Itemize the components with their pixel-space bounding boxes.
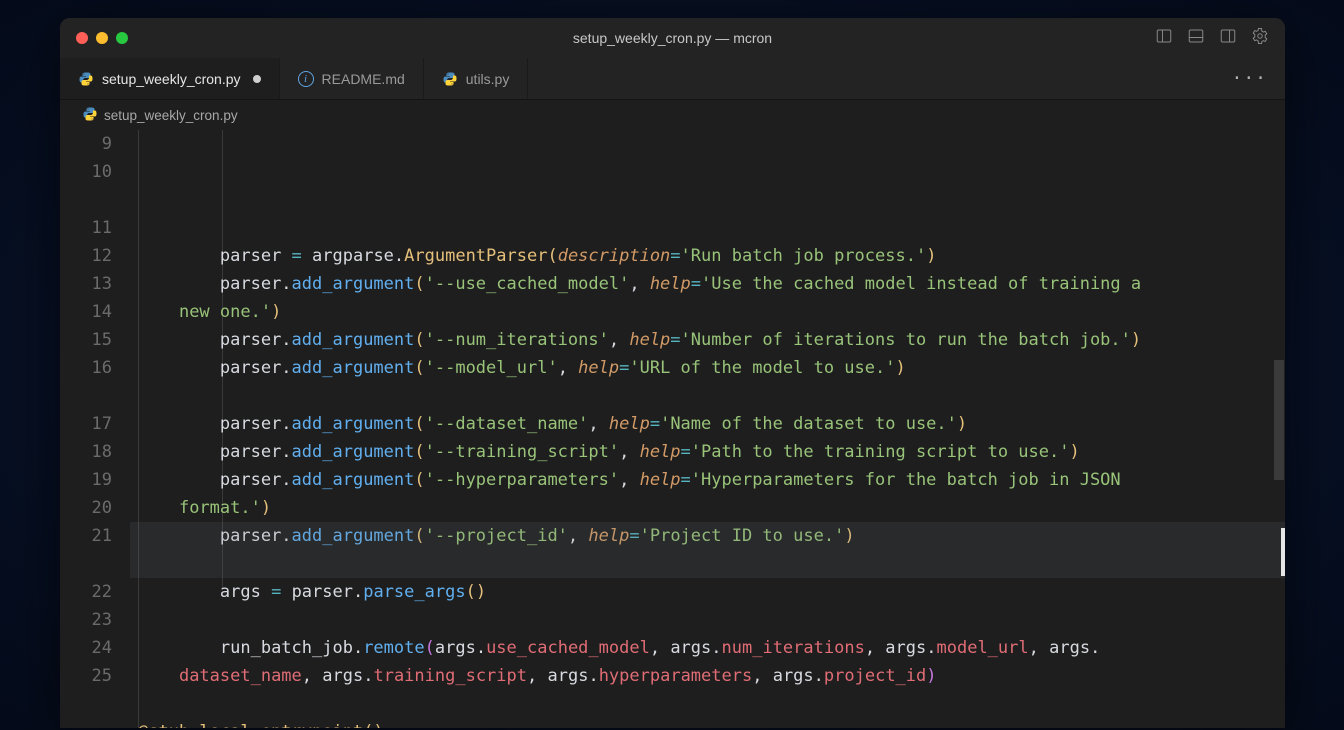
settings-gear-icon[interactable] — [1251, 27, 1269, 49]
line-number — [60, 382, 112, 410]
editor-window: setup_weekly_cron.py — mcron setup_weekl… — [60, 18, 1285, 728]
code-line[interactable]: parser = argparse.ArgumentParser(descrip… — [130, 242, 1285, 270]
python-file-icon — [82, 106, 98, 125]
tab-overflow-button[interactable]: ··· — [1213, 58, 1285, 99]
tab-readme-md[interactable]: i README.md — [280, 58, 424, 99]
line-number: 15 — [60, 326, 112, 354]
split-left-icon[interactable] — [1155, 27, 1173, 49]
code-line[interactable]: parser.add_argument('--num_iterations', … — [130, 326, 1285, 354]
code-line[interactable]: dataset_name, args.training_script, args… — [130, 662, 1285, 690]
code-line[interactable] — [130, 606, 1285, 634]
window-controls — [60, 32, 128, 44]
line-number: 25 — [60, 662, 112, 690]
titlebar: setup_weekly_cron.py — mcron — [60, 18, 1285, 58]
info-file-icon: i — [298, 71, 314, 87]
line-number: 19 — [60, 466, 112, 494]
line-number: 22 — [60, 578, 112, 606]
line-number — [60, 186, 112, 214]
code-line[interactable] — [130, 690, 1285, 718]
line-number: 21 — [60, 522, 112, 550]
python-file-icon — [78, 71, 94, 87]
tab-bar: setup_weekly_cron.py i README.md utils.py ·… — [60, 58, 1285, 100]
code-line[interactable]: parser.add_argument('--use_cached_model'… — [130, 270, 1285, 298]
minimap-cursor — [1281, 528, 1285, 576]
code-line[interactable]: parser.add_argument('--training_script',… — [130, 438, 1285, 466]
close-window-button[interactable] — [76, 32, 88, 44]
current-line-highlight — [130, 550, 1285, 578]
line-number: 10 — [60, 158, 112, 186]
code-editor[interactable]: 910 111213141516 1718192021 22232425 parser… — [60, 130, 1285, 728]
line-number: 24 — [60, 634, 112, 662]
line-number: 20 — [60, 494, 112, 522]
code-line[interactable]: run_batch_job.remote(args.use_cached_mod… — [130, 634, 1285, 662]
code-line[interactable]: args = parser.parse_args() — [130, 578, 1285, 606]
tab-utils-py[interactable]: utils.py — [424, 58, 529, 99]
line-number-gutter: 910 111213141516 1718192021 22232425 — [60, 130, 130, 728]
code-line[interactable]: parser.add_argument('--model_url', help=… — [130, 354, 1285, 382]
breadcrumb[interactable]: setup_weekly_cron.py — [60, 100, 1285, 130]
line-number: 11 — [60, 214, 112, 242]
line-number — [60, 550, 112, 578]
line-number: 17 — [60, 410, 112, 438]
code-line[interactable]: format.') — [130, 494, 1285, 522]
line-number: 16 — [60, 354, 112, 382]
code-line[interactable]: @stub.local_entrypoint() — [130, 718, 1285, 728]
minimize-window-button[interactable] — [96, 32, 108, 44]
line-number: 13 — [60, 270, 112, 298]
scrollbar-thumb[interactable] — [1274, 360, 1284, 480]
tab-label: README.md — [322, 71, 405, 87]
zoom-window-button[interactable] — [116, 32, 128, 44]
title-actions — [1155, 27, 1285, 49]
window-title: setup_weekly_cron.py — mcron — [60, 30, 1285, 46]
line-number: 23 — [60, 606, 112, 634]
tab-label: utils.py — [466, 71, 510, 87]
line-number: 12 — [60, 242, 112, 270]
line-number: 14 — [60, 298, 112, 326]
split-right-icon[interactable] — [1219, 27, 1237, 49]
line-number: 9 — [60, 130, 112, 158]
line-number: 18 — [60, 438, 112, 466]
tab-setup_weekly_cron-py[interactable]: setup_weekly_cron.py — [60, 58, 280, 99]
split-bottom-icon[interactable] — [1187, 27, 1205, 49]
code-line[interactable]: new one.') — [130, 298, 1285, 326]
current-line-highlight — [130, 522, 1285, 550]
python-file-icon — [442, 71, 458, 87]
code-line[interactable]: parser.add_argument('--dataset_name', he… — [130, 410, 1285, 438]
tab-label: setup_weekly_cron.py — [102, 71, 241, 87]
code-line[interactable]: parser.add_argument('--hyperparameters',… — [130, 466, 1285, 494]
unsaved-indicator-icon — [253, 75, 261, 83]
breadcrumb-label: setup_weekly_cron.py — [104, 108, 238, 123]
code-line[interactable] — [130, 382, 1285, 410]
code-content[interactable]: parser = argparse.ArgumentParser(descrip… — [130, 130, 1285, 728]
